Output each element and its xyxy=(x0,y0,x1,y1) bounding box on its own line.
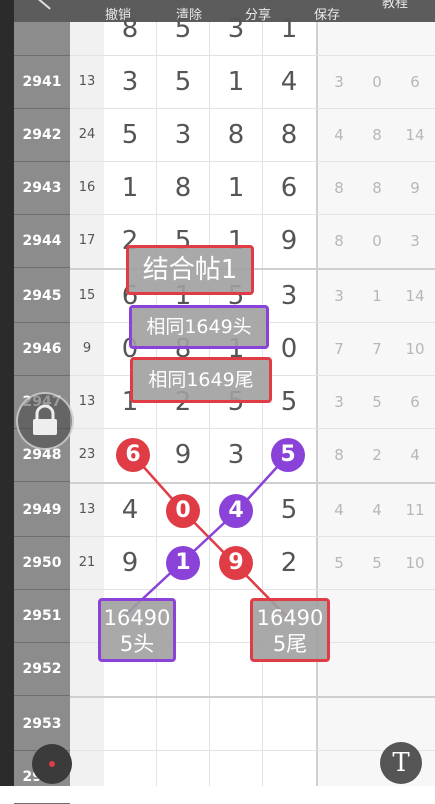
highlight-circle-purple: 5 xyxy=(271,438,305,472)
same-tail-tag: 相同1649尾 xyxy=(130,357,272,403)
title-tag: 结合帖1 xyxy=(126,245,254,295)
lock-icon xyxy=(33,404,57,435)
highlight-circle-purple: 4 xyxy=(219,494,253,528)
head-box-tag: 16490 5头 xyxy=(98,598,176,662)
lock-button[interactable] xyxy=(16,392,74,450)
highlight-circle-purple: 1 xyxy=(166,546,200,580)
tail-box-line1: 16490 xyxy=(256,606,324,630)
tail-box-line2: 5尾 xyxy=(272,632,308,656)
highlight-circle-red: 9 xyxy=(219,546,253,580)
text-tool-button[interactable]: T xyxy=(380,742,422,784)
record-dot-icon xyxy=(49,761,55,767)
highlight-circle-red: 0 xyxy=(166,494,200,528)
head-box-line1: 16490 xyxy=(103,606,171,630)
head-box-line2: 5头 xyxy=(119,632,155,656)
same-head-tag: 相同1649头 xyxy=(129,305,269,349)
record-button[interactable] xyxy=(32,744,72,784)
highlight-circle-red: 6 xyxy=(116,438,150,472)
tail-box-tag: 16490 5尾 xyxy=(250,598,330,662)
